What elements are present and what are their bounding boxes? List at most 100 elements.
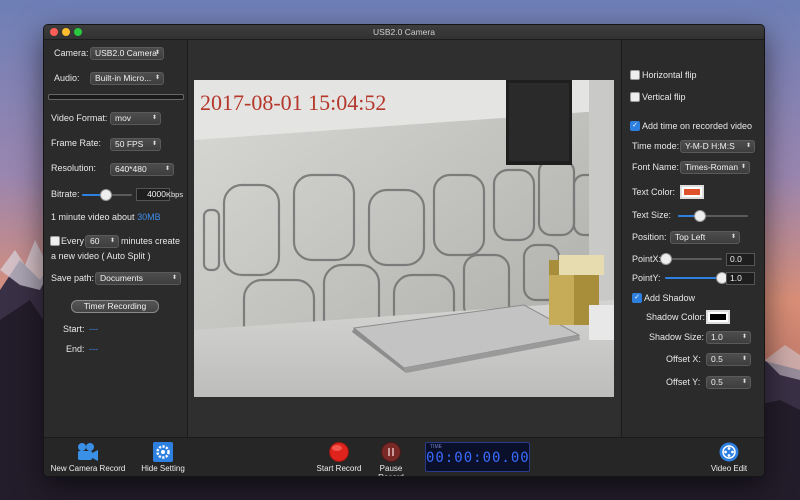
resolution-select[interactable]: 640*480 ⬍: [110, 163, 174, 176]
chevron-updown-icon: ⬍: [164, 166, 170, 172]
audio-label: Audio:: [54, 73, 80, 83]
shadow-size-label: Shadow Size:: [649, 332, 705, 342]
recording-timer: TIME 00:00:00.00: [425, 442, 530, 472]
video-edit-button[interactable]: Video Edit: [706, 438, 752, 473]
audio-select-value: Built-in Micro...: [95, 73, 152, 83]
camera-preview-image: [194, 80, 614, 397]
pointy-field[interactable]: 1.0: [726, 272, 755, 285]
settings-panel-right: Horizontal flip Vertical flip ✓ Add time…: [621, 40, 764, 437]
pointy-slider[interactable]: [665, 272, 728, 284]
auto-split-text: a new video ( Auto Split ): [51, 251, 151, 261]
save-path-label: Save path:: [51, 273, 95, 283]
video-format-select[interactable]: mov ⬍: [110, 112, 161, 125]
app-window: USB2.0 Camera Camera: USB2.0 Camera ⬍ Aud…: [43, 24, 765, 477]
position-select[interactable]: Top Left ⬍: [670, 231, 740, 244]
pointx-slider[interactable]: [660, 253, 722, 265]
chevron-updown-icon: ⬍: [741, 334, 747, 340]
horizontal-flip-label: Horizontal flip: [642, 70, 697, 80]
every-label: Every: [61, 236, 85, 246]
chevron-updown-icon: ⬍: [151, 141, 157, 147]
bitrate-slider-knob[interactable]: [99, 189, 112, 201]
chevron-updown-icon: ⬍: [741, 356, 747, 362]
font-name-label: Font Name:: [632, 162, 680, 172]
text-size-slider-knob[interactable]: [694, 210, 706, 222]
bitrate-unit: Kbps: [166, 190, 184, 199]
add-time-label: Add time on recorded video: [642, 121, 753, 131]
hide-setting-label: Hide Setting: [141, 464, 185, 473]
new-camera-record-button[interactable]: New Camera Record: [48, 438, 128, 473]
pointx-field[interactable]: 0.0: [726, 253, 755, 266]
chevron-updown-icon: ⬍: [171, 275, 177, 281]
chevron-updown-icon: ⬍: [109, 238, 115, 244]
text-color-swatch: [684, 189, 700, 195]
pointy-slider-fill: [665, 277, 722, 279]
text-size-slider[interactable]: [678, 210, 748, 222]
shadow-size-value: 1.0: [711, 332, 723, 342]
timestamp-overlay: 2017-08-01 15:04:52: [200, 90, 387, 115]
auto-split-checkbox[interactable]: [50, 236, 60, 246]
horizontal-flip-checkbox[interactable]: [630, 70, 640, 80]
add-shadow-checkbox[interactable]: ✓: [632, 293, 642, 303]
shadow-size-select[interactable]: 1.0 ⬍: [706, 331, 751, 344]
offset-x-select[interactable]: 0.5 ⬍: [706, 353, 751, 366]
start-record-label: Start Record: [316, 464, 362, 473]
chevron-updown-icon: ⬍: [154, 75, 160, 81]
split-minutes-select[interactable]: 60 ⬍: [85, 235, 119, 248]
shadow-color-swatch: [710, 314, 726, 320]
minute-size-value: 30MB: [137, 212, 161, 222]
window-title: USB2.0 Camera: [373, 27, 435, 37]
start-time-value: ---: [89, 324, 98, 334]
position-value: Top Left: [675, 232, 706, 242]
timer-recording-button[interactable]: Timer Recording: [71, 300, 159, 313]
end-time-value: ---: [89, 344, 98, 354]
bottom-toolbar: New Camera Record Hide Setting Start Rec…: [44, 437, 764, 476]
pause-record-button[interactable]: Pause Record: [366, 438, 416, 476]
pause-icon: [381, 442, 401, 462]
end-time-label: End:: [66, 344, 85, 354]
vertical-flip-checkbox[interactable]: [630, 92, 640, 102]
shadow-color-well[interactable]: [706, 310, 730, 324]
offset-x-value: 0.5: [711, 354, 723, 364]
time-mode-select[interactable]: Y-M-D H:M:S ⬍: [680, 140, 755, 153]
save-path-value: Documents: [100, 273, 143, 283]
pause-record-label: Pause Record: [378, 464, 404, 476]
audio-level-meter: [48, 94, 184, 100]
settings-panel-left: Camera: USB2.0 Camera ⬍ Audio: Built-in M…: [44, 40, 188, 437]
bitrate-slider[interactable]: [82, 189, 132, 201]
resolution-value: 640*480: [115, 164, 147, 174]
text-size-label: Text Size:: [632, 210, 672, 220]
pointx-label: PointX:: [632, 254, 662, 264]
film-reel-icon: [719, 442, 739, 462]
add-time-checkbox[interactable]: ✓: [630, 121, 640, 131]
split-minutes-value: 60: [90, 236, 100, 246]
video-format-label: Video Format:: [51, 113, 108, 123]
minute-size-text: 1 minute video about 30MB: [51, 212, 161, 222]
camera-select[interactable]: USB2.0 Camera ⬍: [90, 47, 164, 60]
text-color-well[interactable]: [680, 185, 704, 199]
bitrate-field[interactable]: 4000: [136, 188, 170, 201]
position-label: Position:: [632, 232, 667, 242]
video-camera-icon: [78, 443, 98, 461]
offset-x-label: Offset X:: [666, 354, 701, 364]
add-shadow-label: Add Shadow: [644, 293, 696, 303]
save-path-select[interactable]: Documents ⬍: [95, 272, 181, 285]
hide-setting-button[interactable]: Hide Setting: [136, 438, 190, 473]
start-record-button[interactable]: Start Record: [314, 438, 364, 473]
font-name-select[interactable]: Times-Roman ⬍: [680, 161, 750, 174]
offset-y-label: Offset Y:: [666, 377, 701, 387]
new-camera-record-label: New Camera Record: [50, 464, 126, 473]
frame-rate-select[interactable]: 50 FPS ⬍: [110, 138, 161, 151]
time-mode-label: Time mode:: [632, 141, 680, 151]
start-time-label: Start:: [63, 324, 85, 334]
video-format-value: mov: [115, 113, 132, 123]
chevron-updown-icon: ⬍: [740, 164, 746, 170]
preview-area: 2017-08-01 15:04:52: [188, 40, 620, 437]
video-edit-label: Video Edit: [710, 464, 748, 473]
gear-icon: [153, 442, 173, 462]
font-name-value: Times-Roman: [685, 162, 739, 172]
time-mode-value: Y-M-D H:M:S: [685, 141, 735, 151]
minute-text: 1 minute video about: [51, 212, 135, 222]
offset-y-select[interactable]: 0.5 ⬍: [706, 376, 751, 389]
audio-select[interactable]: Built-in Micro... ⬍: [90, 72, 164, 85]
pointx-slider-knob[interactable]: [660, 253, 672, 265]
